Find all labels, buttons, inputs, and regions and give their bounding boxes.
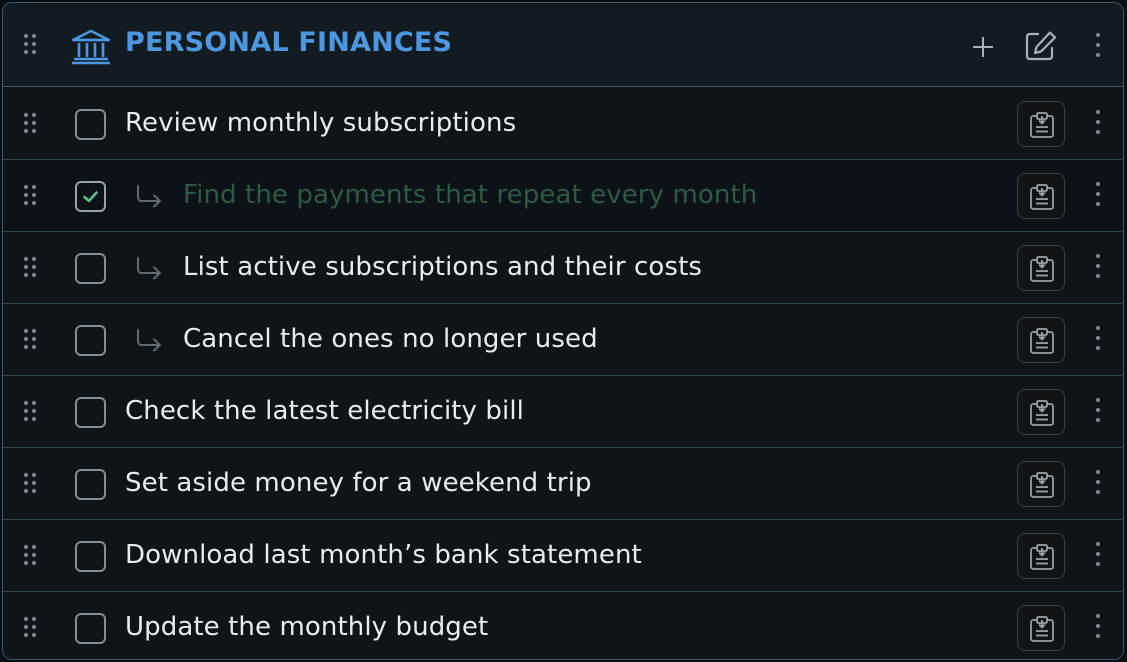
- task-checkbox[interactable]: [75, 469, 106, 500]
- task-text[interactable]: Review monthly subscriptions: [125, 108, 516, 138]
- task-menu-icon[interactable]: [1093, 182, 1103, 210]
- task-list-card: PERSONAL FINANCES Review monthly subscri…: [2, 2, 1124, 660]
- bank-icon: [71, 29, 111, 65]
- drag-handle-icon[interactable]: [24, 257, 38, 279]
- drag-handle-icon[interactable]: [24, 401, 38, 423]
- clipboard-icon: [1030, 544, 1054, 570]
- task-text[interactable]: Set aside money for a weekend trip: [125, 468, 592, 498]
- clipboard-icon: [1030, 184, 1054, 210]
- task-text[interactable]: Check the latest electricity bill: [125, 396, 524, 426]
- clipboard-button[interactable]: [1017, 317, 1065, 363]
- task-menu-icon[interactable]: [1093, 254, 1103, 282]
- drag-handle-icon[interactable]: [24, 473, 38, 495]
- task-checkbox[interactable]: [75, 181, 106, 212]
- drag-handle-icon[interactable]: [24, 113, 38, 135]
- clipboard-button[interactable]: [1017, 461, 1065, 507]
- task-row: Review monthly subscriptions: [3, 88, 1123, 160]
- task-row: List active subscriptions and their cost…: [3, 232, 1123, 304]
- task-menu-icon[interactable]: [1093, 470, 1103, 498]
- drag-handle-icon[interactable]: [24, 545, 38, 567]
- list-title: PERSONAL FINANCES: [125, 27, 453, 58]
- clipboard-icon: [1030, 400, 1054, 426]
- task-row: Download last month’s bank statement: [3, 520, 1123, 592]
- task-text[interactable]: List active subscriptions and their cost…: [183, 252, 702, 282]
- task-menu-icon[interactable]: [1093, 542, 1103, 570]
- clipboard-button[interactable]: [1017, 533, 1065, 579]
- list-header: PERSONAL FINANCES: [3, 3, 1123, 87]
- subtask-arrow-icon: [137, 257, 161, 280]
- task-text[interactable]: Cancel the ones no longer used: [183, 324, 598, 354]
- task-row: Find the payments that repeat every mont…: [3, 160, 1123, 232]
- task-text[interactable]: Find the payments that repeat every mont…: [183, 180, 757, 210]
- task-row: Cancel the ones no longer used: [3, 304, 1123, 376]
- clipboard-button[interactable]: [1017, 173, 1065, 219]
- task-checkbox[interactable]: [75, 541, 106, 572]
- clipboard-button[interactable]: [1017, 605, 1065, 651]
- task-menu-icon[interactable]: [1093, 326, 1103, 354]
- list-menu-icon[interactable]: [1093, 33, 1103, 61]
- clipboard-button[interactable]: [1017, 245, 1065, 291]
- task-checkbox[interactable]: [75, 109, 106, 140]
- subtask-arrow-icon: [137, 185, 161, 208]
- task-checkbox[interactable]: [75, 253, 106, 284]
- edit-icon[interactable]: [1024, 30, 1058, 62]
- check-icon: [83, 191, 98, 203]
- clipboard-button[interactable]: [1017, 101, 1065, 147]
- task-checkbox[interactable]: [75, 613, 106, 644]
- subtask-arrow-icon: [137, 329, 161, 352]
- task-row: Update the monthly budget: [3, 592, 1123, 659]
- clipboard-icon: [1030, 472, 1054, 498]
- clipboard-icon: [1030, 328, 1054, 354]
- drag-handle-icon[interactable]: [24, 34, 38, 56]
- clipboard-icon: [1030, 112, 1054, 138]
- task-row: Set aside money for a weekend trip: [3, 448, 1123, 520]
- task-text[interactable]: Update the monthly budget: [125, 612, 488, 642]
- task-menu-icon[interactable]: [1093, 398, 1103, 426]
- task-checkbox[interactable]: [75, 397, 106, 428]
- task-menu-icon[interactable]: [1093, 110, 1103, 138]
- clipboard-icon: [1030, 616, 1054, 642]
- add-task-button[interactable]: [970, 34, 996, 60]
- task-checkbox[interactable]: [75, 325, 106, 356]
- drag-handle-icon[interactable]: [24, 329, 38, 351]
- drag-handle-icon[interactable]: [24, 617, 38, 639]
- clipboard-icon: [1030, 256, 1054, 282]
- drag-handle-icon[interactable]: [24, 185, 38, 207]
- clipboard-button[interactable]: [1017, 389, 1065, 435]
- task-row: Check the latest electricity bill: [3, 376, 1123, 448]
- task-text[interactable]: Download last month’s bank statement: [125, 540, 642, 570]
- task-menu-icon[interactable]: [1093, 614, 1103, 642]
